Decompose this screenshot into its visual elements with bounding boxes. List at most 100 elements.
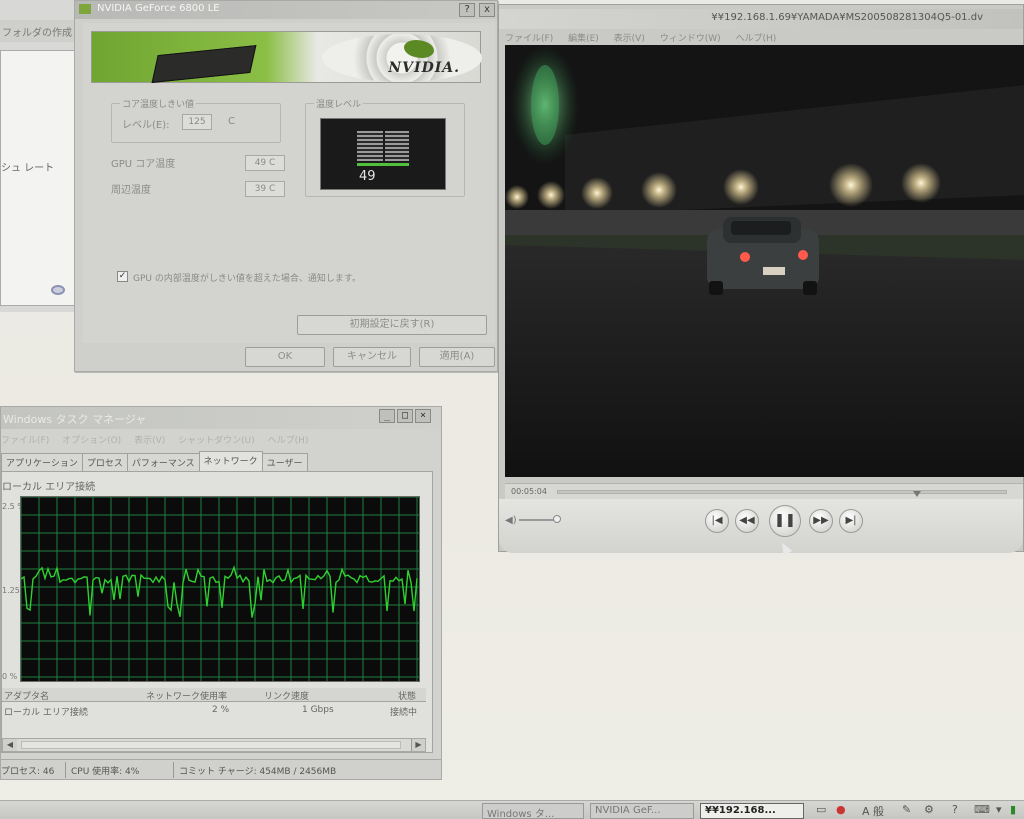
player-menu-window[interactable]: ウィンドウ(W) <box>660 34 721 44</box>
scroll-right-icon[interactable]: ▶ <box>411 739 425 751</box>
alert-icon[interactable]: ● <box>836 803 846 816</box>
player-menu-help[interactable]: ヘルプ(H) <box>736 34 777 44</box>
pause-button[interactable]: ❚❚ <box>769 505 801 537</box>
task-manager-statusbar: プロセス: 46 CPU 使用率: 4% コミット チャージ: 454MB / … <box>1 759 441 779</box>
col-state[interactable]: 状態 <box>398 689 416 702</box>
threshold-unit: C <box>228 116 235 127</box>
nvidia-banner: NVIDIA. <box>91 31 482 83</box>
help-icon[interactable]: ? <box>952 803 958 816</box>
keyboard-icon[interactable]: ⌨ <box>974 803 990 816</box>
maximize-button[interactable]: □ <box>397 409 413 423</box>
temp-level-legend: 温度レベル <box>314 97 364 110</box>
seek-thumb[interactable] <box>913 491 921 497</box>
rewind-button[interactable]: ◀◀ <box>735 509 759 533</box>
tm-menu-file[interactable]: ファイル(F) <box>1 436 49 446</box>
tab-applications[interactable]: アプリケーション <box>1 453 83 471</box>
video-scene <box>505 45 1024 477</box>
table-row[interactable]: ローカル エリア接続 2 % 1 Gbps 接続中 <box>2 704 426 718</box>
nvidia-logo: NVIDIA. <box>388 60 460 76</box>
tm-menu-view[interactable]: 表示(V) <box>134 436 165 446</box>
cancel-button[interactable]: キャンセル <box>333 347 411 367</box>
col-network-usage[interactable]: ネットワーク使用率 <box>146 689 227 702</box>
network-pane: ローカル エリア接続 2.5 % 1.25 % 0 % アダプタ名 ネットワーク… <box>1 471 433 753</box>
nvidia-panel: NVIDIA. コア温度しきい値 レベル(E): 125 C GPU コア温度 … <box>83 23 495 343</box>
ime-settings-icon[interactable]: ⚙ <box>924 803 934 816</box>
previous-button[interactable]: |◀ <box>705 509 729 533</box>
chevron-down-icon[interactable]: ▾ <box>996 803 1002 816</box>
network-graph-svg <box>20 496 419 681</box>
core-threshold-group: コア温度しきい値 レベル(E): 125 C <box>111 97 281 143</box>
status-divider <box>65 762 66 778</box>
warn-checkbox-label: GPU の内部温度がしきい値を超えた場合、通知します。 <box>133 274 361 284</box>
status-divider <box>173 762 174 778</box>
player-menu-file[interactable]: ファイル(F) <box>505 34 553 44</box>
warn-checkbox[interactable]: ✓ <box>117 271 128 282</box>
status-icon[interactable]: ▮ <box>1010 803 1016 816</box>
player-title[interactable]: ¥¥192.168.1.69¥YAMADA¥MS200508281304Q5-0… <box>499 9 1023 29</box>
player-menu-edit[interactable]: 編集(E) <box>568 34 599 44</box>
help-button[interactable]: ? <box>459 3 475 17</box>
row-speed: 1 Gbps <box>302 705 334 715</box>
tab-performance[interactable]: パフォーマンス <box>126 453 200 471</box>
ok-button[interactable]: OK <box>245 347 325 367</box>
tm-menu-help[interactable]: ヘルプ(H) <box>268 436 309 446</box>
restore-defaults-button[interactable]: 初期設定に戻す(R) <box>297 315 487 335</box>
next-button[interactable]: ▶| <box>839 509 863 533</box>
task-manager-titlebar[interactable]: Windows タスク マネージャ <box>1 407 441 429</box>
scroll-thumb[interactable] <box>21 741 401 749</box>
taskbar-item-nvidia[interactable]: NVIDIA GeF... <box>590 803 694 819</box>
minimize-button[interactable]: _ <box>379 409 395 423</box>
apply-button[interactable]: 適用(A) <box>419 347 495 367</box>
core-threshold-legend: コア温度しきい値 <box>120 97 197 110</box>
nvidia-title: NVIDIA GeForce 6800 LE <box>97 3 220 14</box>
video-frame[interactable] <box>505 45 1024 477</box>
taskbar-item-player[interactable]: ¥¥192.168... <box>700 803 804 819</box>
tm-menu-shutdown[interactable]: シャットダウン(U) <box>178 436 255 446</box>
gpu-core-temp-value: 49 C <box>245 155 285 171</box>
seek-bar[interactable] <box>557 490 1007 497</box>
close-button[interactable]: x <box>479 3 495 17</box>
horizontal-scrollbar[interactable]: ◀ ▶ <box>2 738 426 752</box>
gpu-core-temp-label: GPU コア温度 <box>111 159 176 170</box>
ime-tool-icon[interactable]: ✎ <box>902 803 911 816</box>
row-state: 接続中 <box>390 708 418 718</box>
fast-forward-button[interactable]: ▶▶ <box>809 509 833 533</box>
ime-indicator[interactable]: A 般 <box>862 803 884 819</box>
tab-network[interactable]: ネットワーク <box>198 451 263 471</box>
graphics-card-icon <box>151 45 257 83</box>
graph-axis-bottom: 0 % <box>2 672 18 681</box>
scroll-left-icon[interactable]: ◀ <box>3 739 17 751</box>
col-adapter-name[interactable]: アダプタ名 <box>4 689 49 702</box>
nvidia-titlebar[interactable]: NVIDIA GeForce 6800 LE <box>75 1 497 19</box>
volume-knob[interactable] <box>553 515 561 523</box>
volume-slider[interactable] <box>519 519 557 521</box>
task-manager-menubar: ファイル(F) オプション(O) 表示(V) シャットダウン(U) ヘルプ(H) <box>1 431 441 447</box>
status-cpu: CPU 使用率: 4% <box>71 767 140 777</box>
threshold-level-input[interactable]: 125 <box>182 114 212 130</box>
adapter-table-header: アダプタ名 ネットワーク使用率 リンク速度 状態 <box>2 688 426 702</box>
threshold-level-label: レベル(E): <box>122 120 170 131</box>
taskbar-item-task-manager[interactable]: Windows タ... <box>482 803 584 819</box>
temp-gauge-value: 49 <box>359 169 376 184</box>
row-usage: 2 % <box>212 705 230 715</box>
tm-close-button[interactable]: × <box>415 409 431 423</box>
tab-users[interactable]: ユーザー <box>261 453 308 471</box>
network-icon[interactable]: ▭ <box>816 803 826 816</box>
network-adapter-title: ローカル エリア接続 <box>2 482 96 493</box>
col-link-speed[interactable]: リンク速度 <box>264 689 309 702</box>
player-controls: ◀) |◀ ◀◀ ❚❚ ▶▶ ▶| <box>499 499 1023 553</box>
volume-icon[interactable]: ◀) <box>505 515 517 526</box>
taskbar: Windows タ... NVIDIA GeF... ¥¥192.168... … <box>0 800 1024 819</box>
playback-time: 00:05:04 <box>511 487 547 496</box>
temp-gauge: 49 <box>320 118 446 190</box>
task-manager-title: Windows タスク マネージャ <box>3 413 147 426</box>
task-manager: Windows タスク マネージャ _ □ × ファイル(F) オプション(O)… <box>0 406 442 780</box>
nvidia-dialog: NVIDIA GeForce 6800 LE ? x NVIDIA. コア温度し… <box>74 0 498 372</box>
media-player: ¥¥192.168.1.69¥YAMADA¥MS200508281304Q5-0… <box>498 4 1024 553</box>
tm-menu-options[interactable]: オプション(O) <box>62 436 121 446</box>
radio-icon[interactable] <box>51 285 65 295</box>
player-menu-view[interactable]: 表示(V) <box>614 34 645 44</box>
tab-processes[interactable]: プロセス <box>81 453 128 471</box>
temp-gauge-bars <box>357 131 409 161</box>
ambient-temp-label: 周辺温度 <box>111 185 151 196</box>
